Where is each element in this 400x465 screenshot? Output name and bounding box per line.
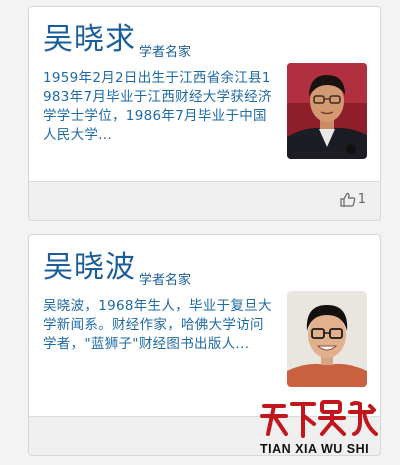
profile-tag: 学者名家: [139, 273, 192, 288]
thumbs-up-icon: [340, 192, 355, 207]
profile-description[interactable]: 吴晓波，1968年生人，毕业于复旦大学新闻系。财经作家，哈佛大学访问学者，"蓝狮…: [43, 297, 277, 354]
calligraphy-logo-image: [260, 400, 378, 438]
profile-name[interactable]: 吴晓求: [43, 21, 136, 59]
profile-tag: 学者名家: [139, 45, 192, 60]
profile-photo[interactable]: [287, 63, 367, 159]
profile-description[interactable]: 1959年2月2日出生于江西省余江县1983年7月毕业于江西财经大学获经济学学士…: [43, 69, 277, 145]
like-count: 1: [357, 192, 366, 207]
profile-name[interactable]: 吴晓波: [43, 249, 136, 287]
portrait-image: [287, 63, 367, 159]
portrait-image: [287, 291, 367, 387]
card-footer: 1: [29, 181, 380, 220]
like-button[interactable]: 1: [340, 192, 366, 207]
profile-photo[interactable]: [287, 291, 367, 387]
profile-card: 吴晓求 学者名家 1959年2月2日出生于江西省余江县1983年7月毕业于江西财…: [28, 6, 381, 221]
watermark-latin: TIAN XIA WU SHI: [260, 442, 370, 456]
watermark-logo: TIAN XIA WU SHI: [258, 398, 388, 464]
